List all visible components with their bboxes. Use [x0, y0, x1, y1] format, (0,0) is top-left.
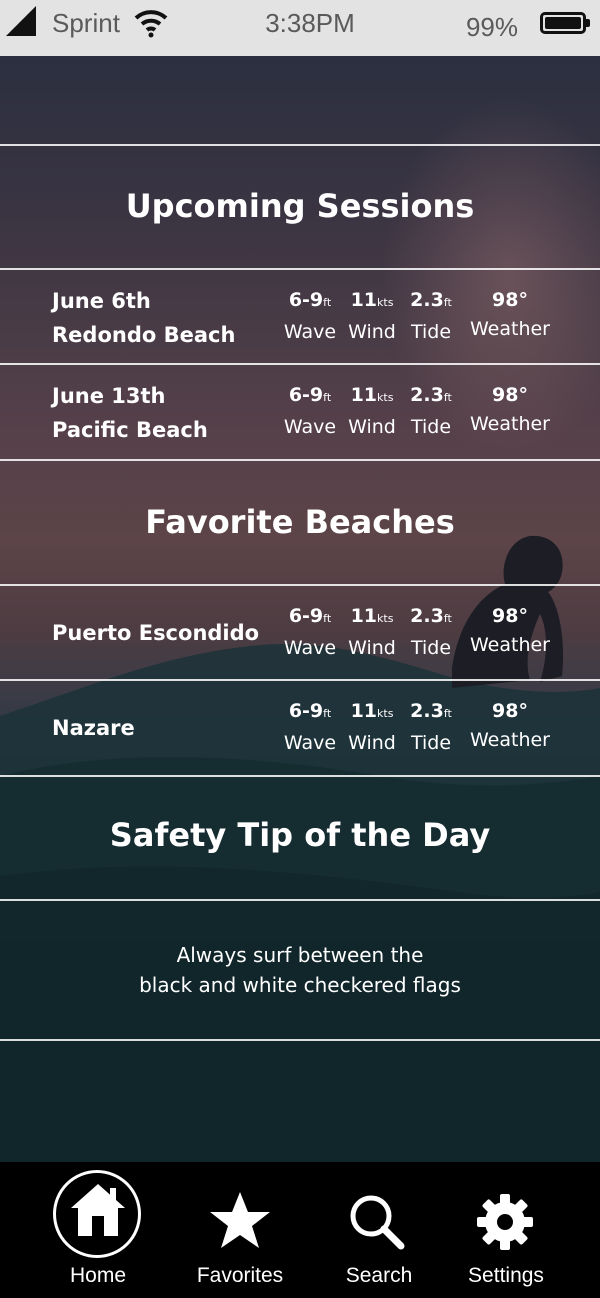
safety-tip-line: black and white checkered flags [139, 973, 461, 997]
tide-stat: 2.3ft Tide [410, 289, 452, 343]
status-bar: Sprint 3:38PM 99% [0, 0, 600, 56]
favorite-beach-row[interactable]: Puerto Escondido 6-9ft Wave 11kts Wind 2… [0, 586, 600, 679]
search-icon [350, 1195, 405, 1250]
beach-name: Puerto Escondido [52, 621, 260, 645]
session-date: June 6th [52, 289, 151, 313]
divider [0, 899, 600, 901]
bottom-nav: Home Favorites Search Settings [0, 1162, 600, 1298]
tide-stat: 2.3ft Tide [410, 700, 452, 754]
tide-stat: 2.3ft Tide [410, 384, 452, 438]
favorite-beaches-title: Favorite Beaches [145, 503, 455, 541]
nav-favorites[interactable]: Favorites [180, 1162, 300, 1298]
nav-favorites-label: Favorites [196, 1264, 284, 1287]
divider [0, 775, 600, 777]
nav-home[interactable]: Home [38, 1162, 158, 1298]
divider [0, 144, 600, 146]
safety-tip-title: Safety Tip of the Day [109, 816, 491, 854]
star-icon [210, 1192, 270, 1248]
nav-settings[interactable]: Settings [446, 1162, 566, 1298]
upcoming-sessions-title: Upcoming Sessions [125, 187, 475, 225]
weather-stat: 98° Weather [470, 700, 550, 751]
session-row[interactable]: June 6th Redondo Beach 6-9ft Wave 11kts … [0, 270, 600, 363]
divider [0, 459, 600, 461]
battery-icon [540, 12, 590, 34]
home-icon [71, 1184, 125, 1236]
nav-search[interactable]: Search [319, 1162, 439, 1298]
session-beach: Redondo Beach [52, 323, 236, 347]
session-date: June 13th [52, 384, 166, 408]
tide-stat: 2.3ft Tide [410, 605, 452, 659]
weather-stat: 98° Weather [470, 384, 550, 435]
session-beach: Pacific Beach [52, 418, 208, 442]
weather-stat: 98° Weather [470, 289, 550, 340]
beach-name: Nazare [52, 716, 135, 740]
safety-tip-line: Always surf between the [176, 943, 424, 967]
weather-stat: 98° Weather [470, 605, 550, 656]
battery-percentage: 99% [465, 12, 518, 42]
session-row[interactable]: June 13th Pacific Beach 6-9ft Wave 11kts… [0, 365, 600, 459]
divider [0, 1039, 600, 1041]
nav-search-label: Search [345, 1264, 413, 1287]
gear-icon [477, 1194, 533, 1250]
favorite-beach-row[interactable]: Nazare 6-9ft Wave 11kts Wind 2.3ft Tide … [0, 681, 600, 775]
nav-home-label: Home [69, 1264, 127, 1287]
nav-settings-label: Settings [468, 1264, 544, 1287]
